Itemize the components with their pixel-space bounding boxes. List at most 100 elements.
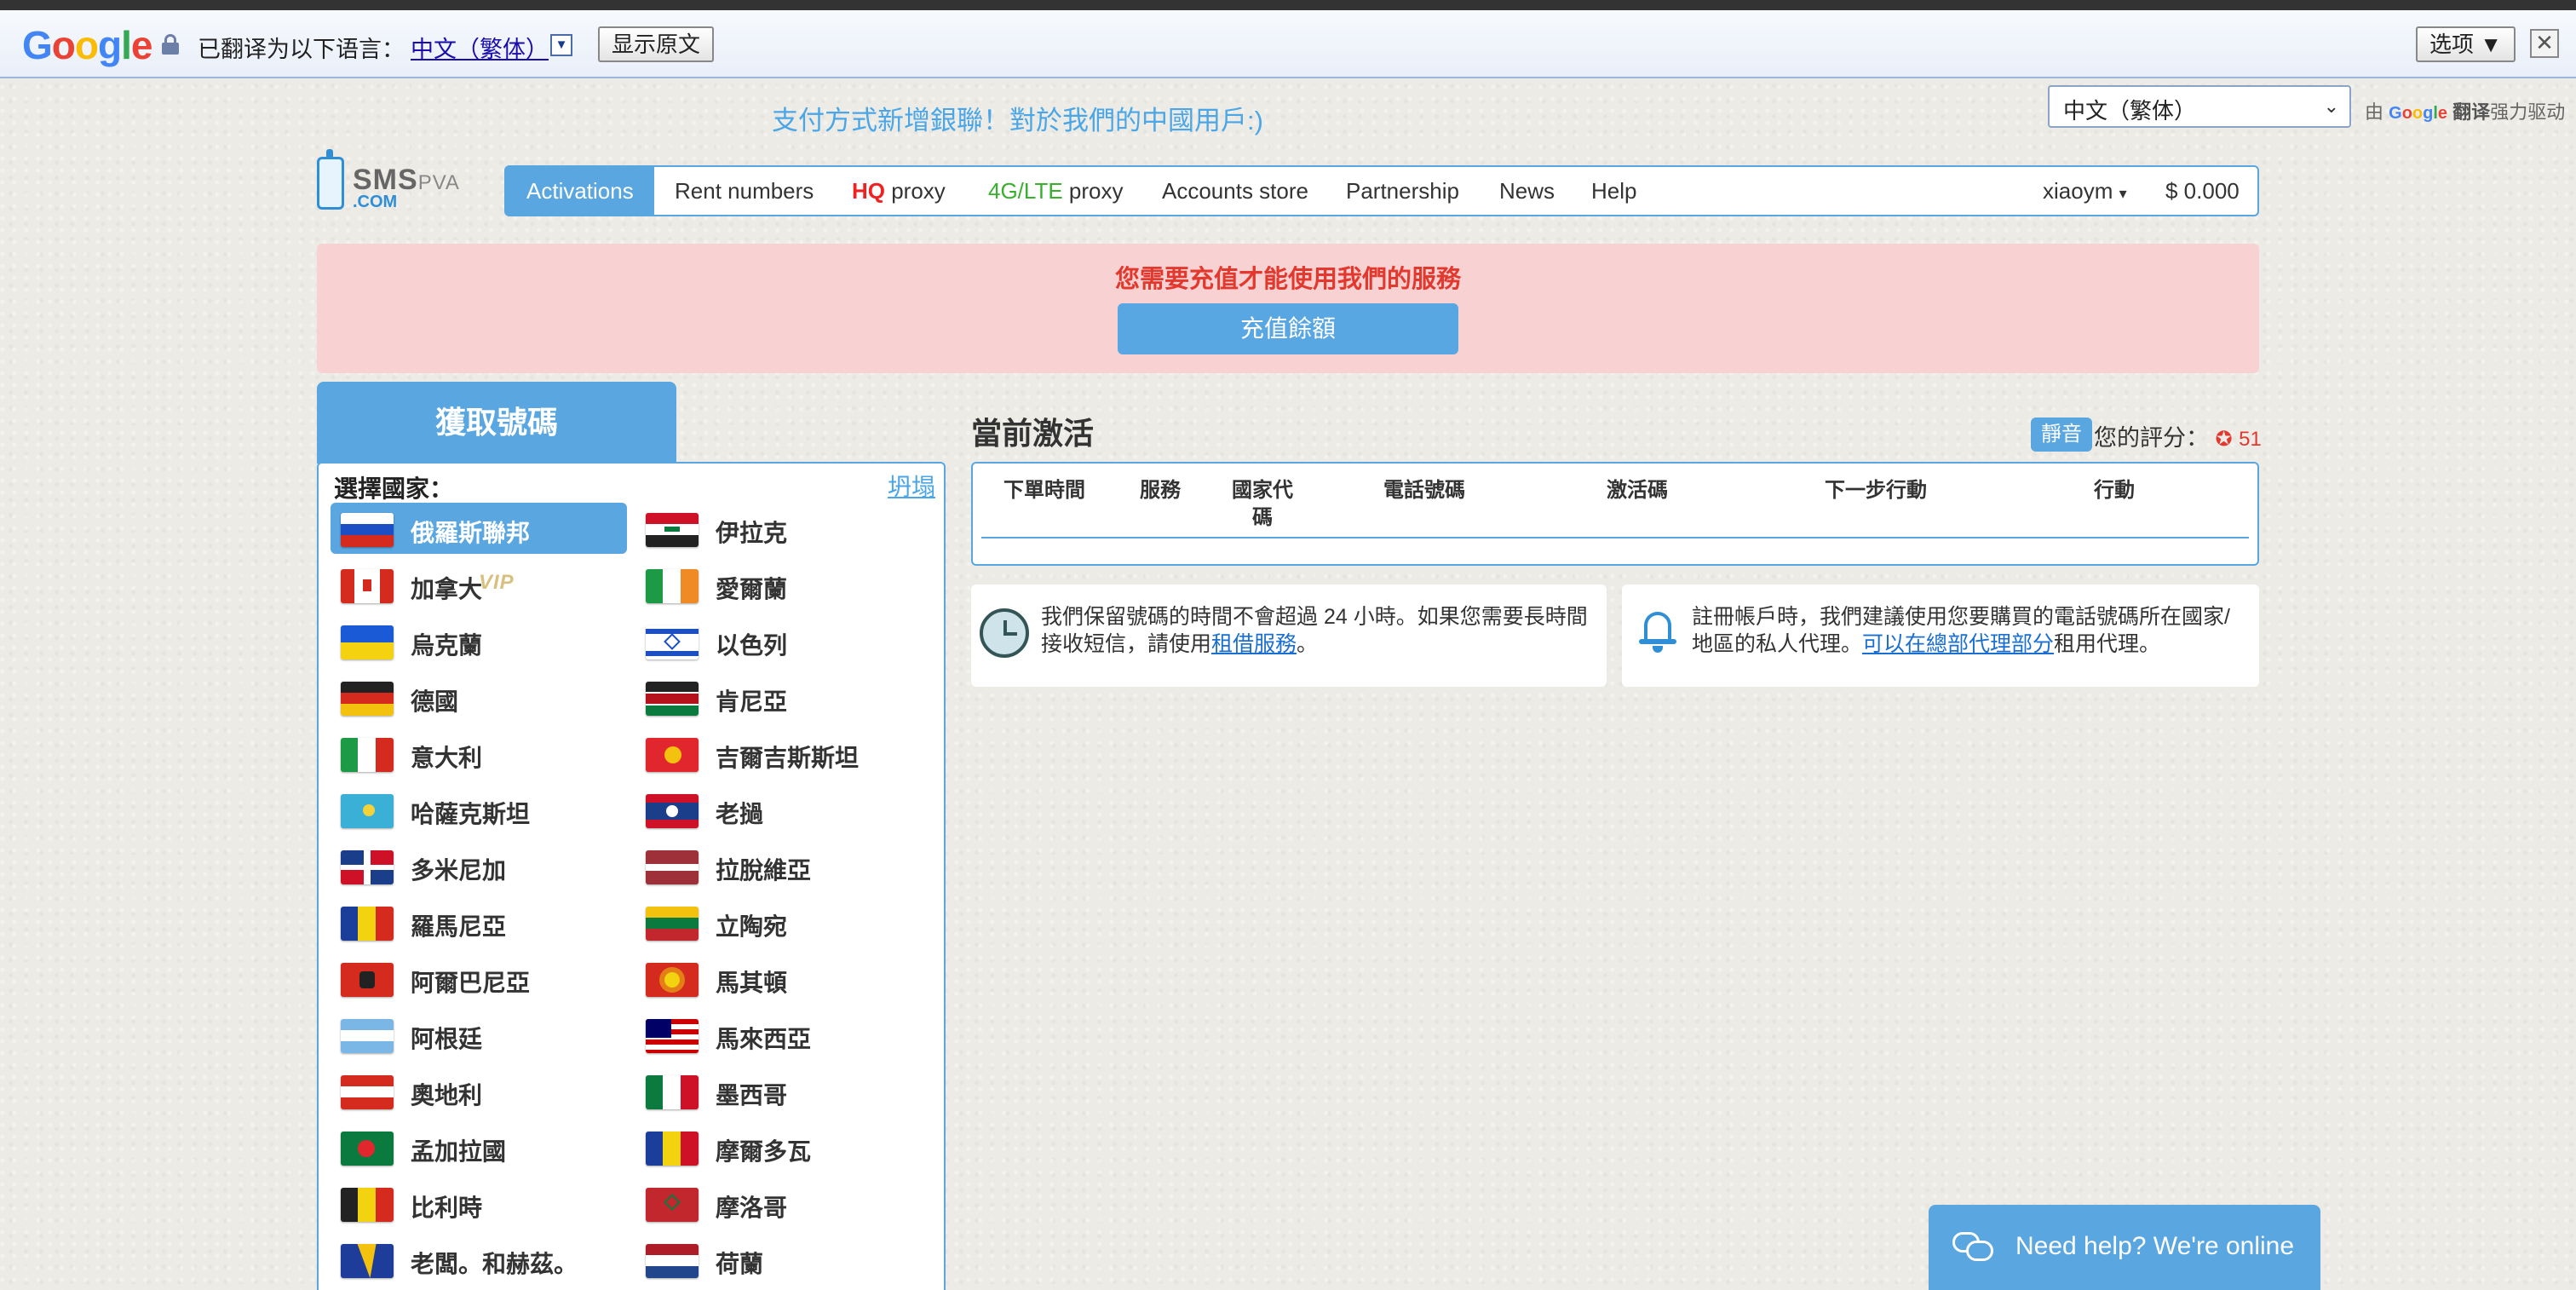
country-laos[interactable]: 老撾 bbox=[635, 784, 932, 835]
country-name: 多米尼加 bbox=[411, 857, 507, 884]
macedonia-flag-icon bbox=[646, 963, 699, 997]
kyrgyzstan-flag-icon bbox=[646, 738, 699, 772]
country-name: 立陶宛 bbox=[716, 913, 788, 940]
country-bosnia[interactable]: 老闆。和赫茲。 bbox=[331, 1234, 627, 1285]
bosnia-flag-icon bbox=[341, 1244, 394, 1278]
country-mexico[interactable]: 墨西哥 bbox=[635, 1065, 932, 1116]
chat-label: Need help? We're online bbox=[2015, 1232, 2295, 1260]
country-romania[interactable]: 羅馬尼亞 bbox=[331, 896, 627, 947]
lithuania-flag-icon bbox=[646, 907, 699, 941]
phone-icon bbox=[317, 149, 344, 210]
balance[interactable]: $ 0.000 bbox=[2165, 167, 2240, 215]
nav-partnership[interactable]: Partnership bbox=[1346, 167, 1459, 215]
smspva-logo[interactable]: SMSPVA .COM bbox=[315, 149, 479, 215]
country-name: 意大利 bbox=[411, 745, 483, 771]
nav-news[interactable]: News bbox=[1499, 167, 1555, 215]
austria-flag-icon bbox=[341, 1075, 394, 1109]
collapse-link[interactable]: 坍塌 bbox=[888, 469, 935, 503]
country-albania[interactable]: 阿爾巴尼亞 bbox=[331, 953, 627, 1004]
rating-value: 51 bbox=[2239, 428, 2262, 451]
country-kazakhstan[interactable]: 哈薩克斯坦 bbox=[331, 784, 627, 835]
country-canada[interactable]: 加拿大 VIP bbox=[331, 559, 627, 610]
country-netherlands[interactable]: 荷蘭 bbox=[635, 1234, 932, 1285]
country-ireland[interactable]: 愛爾蘭 bbox=[635, 559, 932, 610]
moldova-flag-icon bbox=[646, 1132, 699, 1166]
country-malaysia[interactable]: 馬來西亞 bbox=[635, 1009, 932, 1060]
chevron-down-icon: ⌄ bbox=[2323, 95, 2339, 117]
country-argentina[interactable]: 阿根廷 bbox=[331, 1009, 627, 1060]
country-kyrgyzstan[interactable]: 吉爾吉斯斯坦 bbox=[635, 728, 932, 779]
topup-button[interactable]: 充值餘額 bbox=[1118, 303, 1458, 354]
select-country-label: 選擇國家： bbox=[334, 475, 454, 502]
country-italy[interactable]: 意大利 bbox=[331, 728, 627, 779]
close-icon[interactable]: ✕ bbox=[2530, 29, 2559, 58]
iraq-flag-icon bbox=[646, 513, 699, 547]
netherlands-flag-icon bbox=[646, 1244, 699, 1278]
nav-rent-numbers[interactable]: Rent numbers bbox=[675, 167, 814, 215]
belgium-flag-icon bbox=[341, 1188, 394, 1222]
language-select[interactable]: 中文（繁体） ⌄ bbox=[2048, 85, 2351, 128]
country-russia[interactable]: 俄羅斯聯邦 bbox=[331, 503, 627, 554]
country-name: 哈薩克斯坦 bbox=[411, 801, 531, 827]
google-logo: Google bbox=[22, 23, 152, 67]
get-number-tab[interactable]: 獲取號碼 bbox=[317, 382, 676, 464]
lock-icon bbox=[162, 34, 179, 55]
italy-flag-icon bbox=[341, 738, 394, 772]
dominican-flag-icon bbox=[341, 850, 394, 884]
translated-language-link[interactable]: 中文（繁体） bbox=[411, 31, 549, 64]
country-name: 伊拉克 bbox=[716, 520, 788, 546]
hq-label: HQ bbox=[852, 178, 885, 204]
rating-label: 您的評分： bbox=[2094, 425, 2209, 451]
country-dominican[interactable]: 多米尼加 bbox=[331, 840, 627, 891]
options-button[interactable]: 选项 ▼ bbox=[2416, 26, 2516, 62]
country-panel: 選擇國家： 坍塌 俄羅斯聯邦 加拿大 VIP 烏克蘭 德國 意大利 哈薩克斯坦 … bbox=[317, 462, 946, 1290]
language-dropdown-button[interactable]: ▼ bbox=[550, 34, 572, 56]
nav-activations[interactable]: Activations bbox=[506, 167, 654, 215]
translated-to-label: 已翻译为以下语言： bbox=[198, 37, 405, 62]
country-belgium[interactable]: 比利時 bbox=[331, 1178, 627, 1229]
country-name: 羅馬尼亞 bbox=[411, 913, 507, 940]
google-translate-bar: Google 已翻译为以下语言： 中文（繁体） ▼ 显示原文 选项 ▼ ✕ bbox=[0, 10, 2576, 78]
alert-message: 您需要充值才能使用我們的服務 bbox=[1114, 266, 1461, 293]
nav-accounts-store[interactable]: Accounts store bbox=[1162, 167, 1308, 215]
country-moldova[interactable]: 摩爾多瓦 bbox=[635, 1121, 932, 1172]
country-name: 肯尼亞 bbox=[716, 688, 788, 715]
proxy-section-link[interactable]: 可以在總部代理部分 bbox=[1862, 632, 2054, 656]
nav-lte-proxy[interactable]: 4G/LTE proxy bbox=[988, 167, 1123, 215]
country-ukraine[interactable]: 烏克蘭 bbox=[331, 615, 627, 666]
country-germany[interactable]: 德國 bbox=[331, 671, 627, 723]
country-name: 阿根廷 bbox=[411, 1026, 483, 1052]
country-kenya[interactable]: 肯尼亞 bbox=[635, 671, 932, 723]
nav-help[interactable]: Help bbox=[1591, 167, 1636, 215]
country-latvia[interactable]: 拉脫維亞 bbox=[635, 840, 932, 891]
country-bangladesh[interactable]: 孟加拉國 bbox=[331, 1121, 627, 1172]
show-original-button[interactable]: 显示原文 bbox=[598, 26, 715, 62]
user-menu[interactable]: xiaoym ▾ bbox=[2043, 167, 2127, 215]
russia-flag-icon bbox=[341, 513, 394, 547]
col-phone-number: 電話號碼 bbox=[1383, 479, 1465, 502]
chat-widget[interactable]: Need help? We're online bbox=[1929, 1205, 2320, 1290]
mute-button[interactable]: 靜音 bbox=[2031, 418, 2092, 452]
country-name: 阿爾巴尼亞 bbox=[411, 970, 531, 996]
nav-hq-proxy[interactable]: HQ proxy bbox=[852, 167, 946, 215]
country-austria[interactable]: 奧地利 bbox=[331, 1065, 627, 1116]
country-iraq[interactable]: 伊拉克 bbox=[635, 503, 932, 554]
malaysia-flag-icon bbox=[646, 1019, 699, 1053]
country-lithuania[interactable]: 立陶宛 bbox=[635, 896, 932, 947]
google-mini-logo: Google bbox=[2389, 104, 2448, 123]
powered-by-google: 由 Google 翻译强力驱动 bbox=[2365, 97, 2565, 124]
main-nav: Activations Rent numbers HQ proxy 4G/LTE… bbox=[504, 165, 2259, 216]
country-israel[interactable]: 以色列 bbox=[635, 615, 932, 666]
ireland-flag-icon bbox=[646, 569, 699, 603]
country-macedonia[interactable]: 馬其頓 bbox=[635, 953, 932, 1004]
vip-badge: VIP bbox=[479, 571, 515, 594]
country-morocco[interactable]: 摩洛哥 bbox=[635, 1178, 932, 1229]
rental-service-link[interactable]: 租借服務 bbox=[1211, 632, 1297, 656]
bangladesh-flag-icon bbox=[341, 1132, 394, 1166]
logo-com: .COM bbox=[353, 193, 398, 211]
country-name: 加拿大 bbox=[411, 576, 483, 602]
country-name: 愛爾蘭 bbox=[716, 576, 788, 602]
albania-flag-icon bbox=[341, 963, 394, 997]
country-name: 馬來西亞 bbox=[716, 1026, 812, 1052]
username: xiaoym bbox=[2043, 178, 2113, 204]
